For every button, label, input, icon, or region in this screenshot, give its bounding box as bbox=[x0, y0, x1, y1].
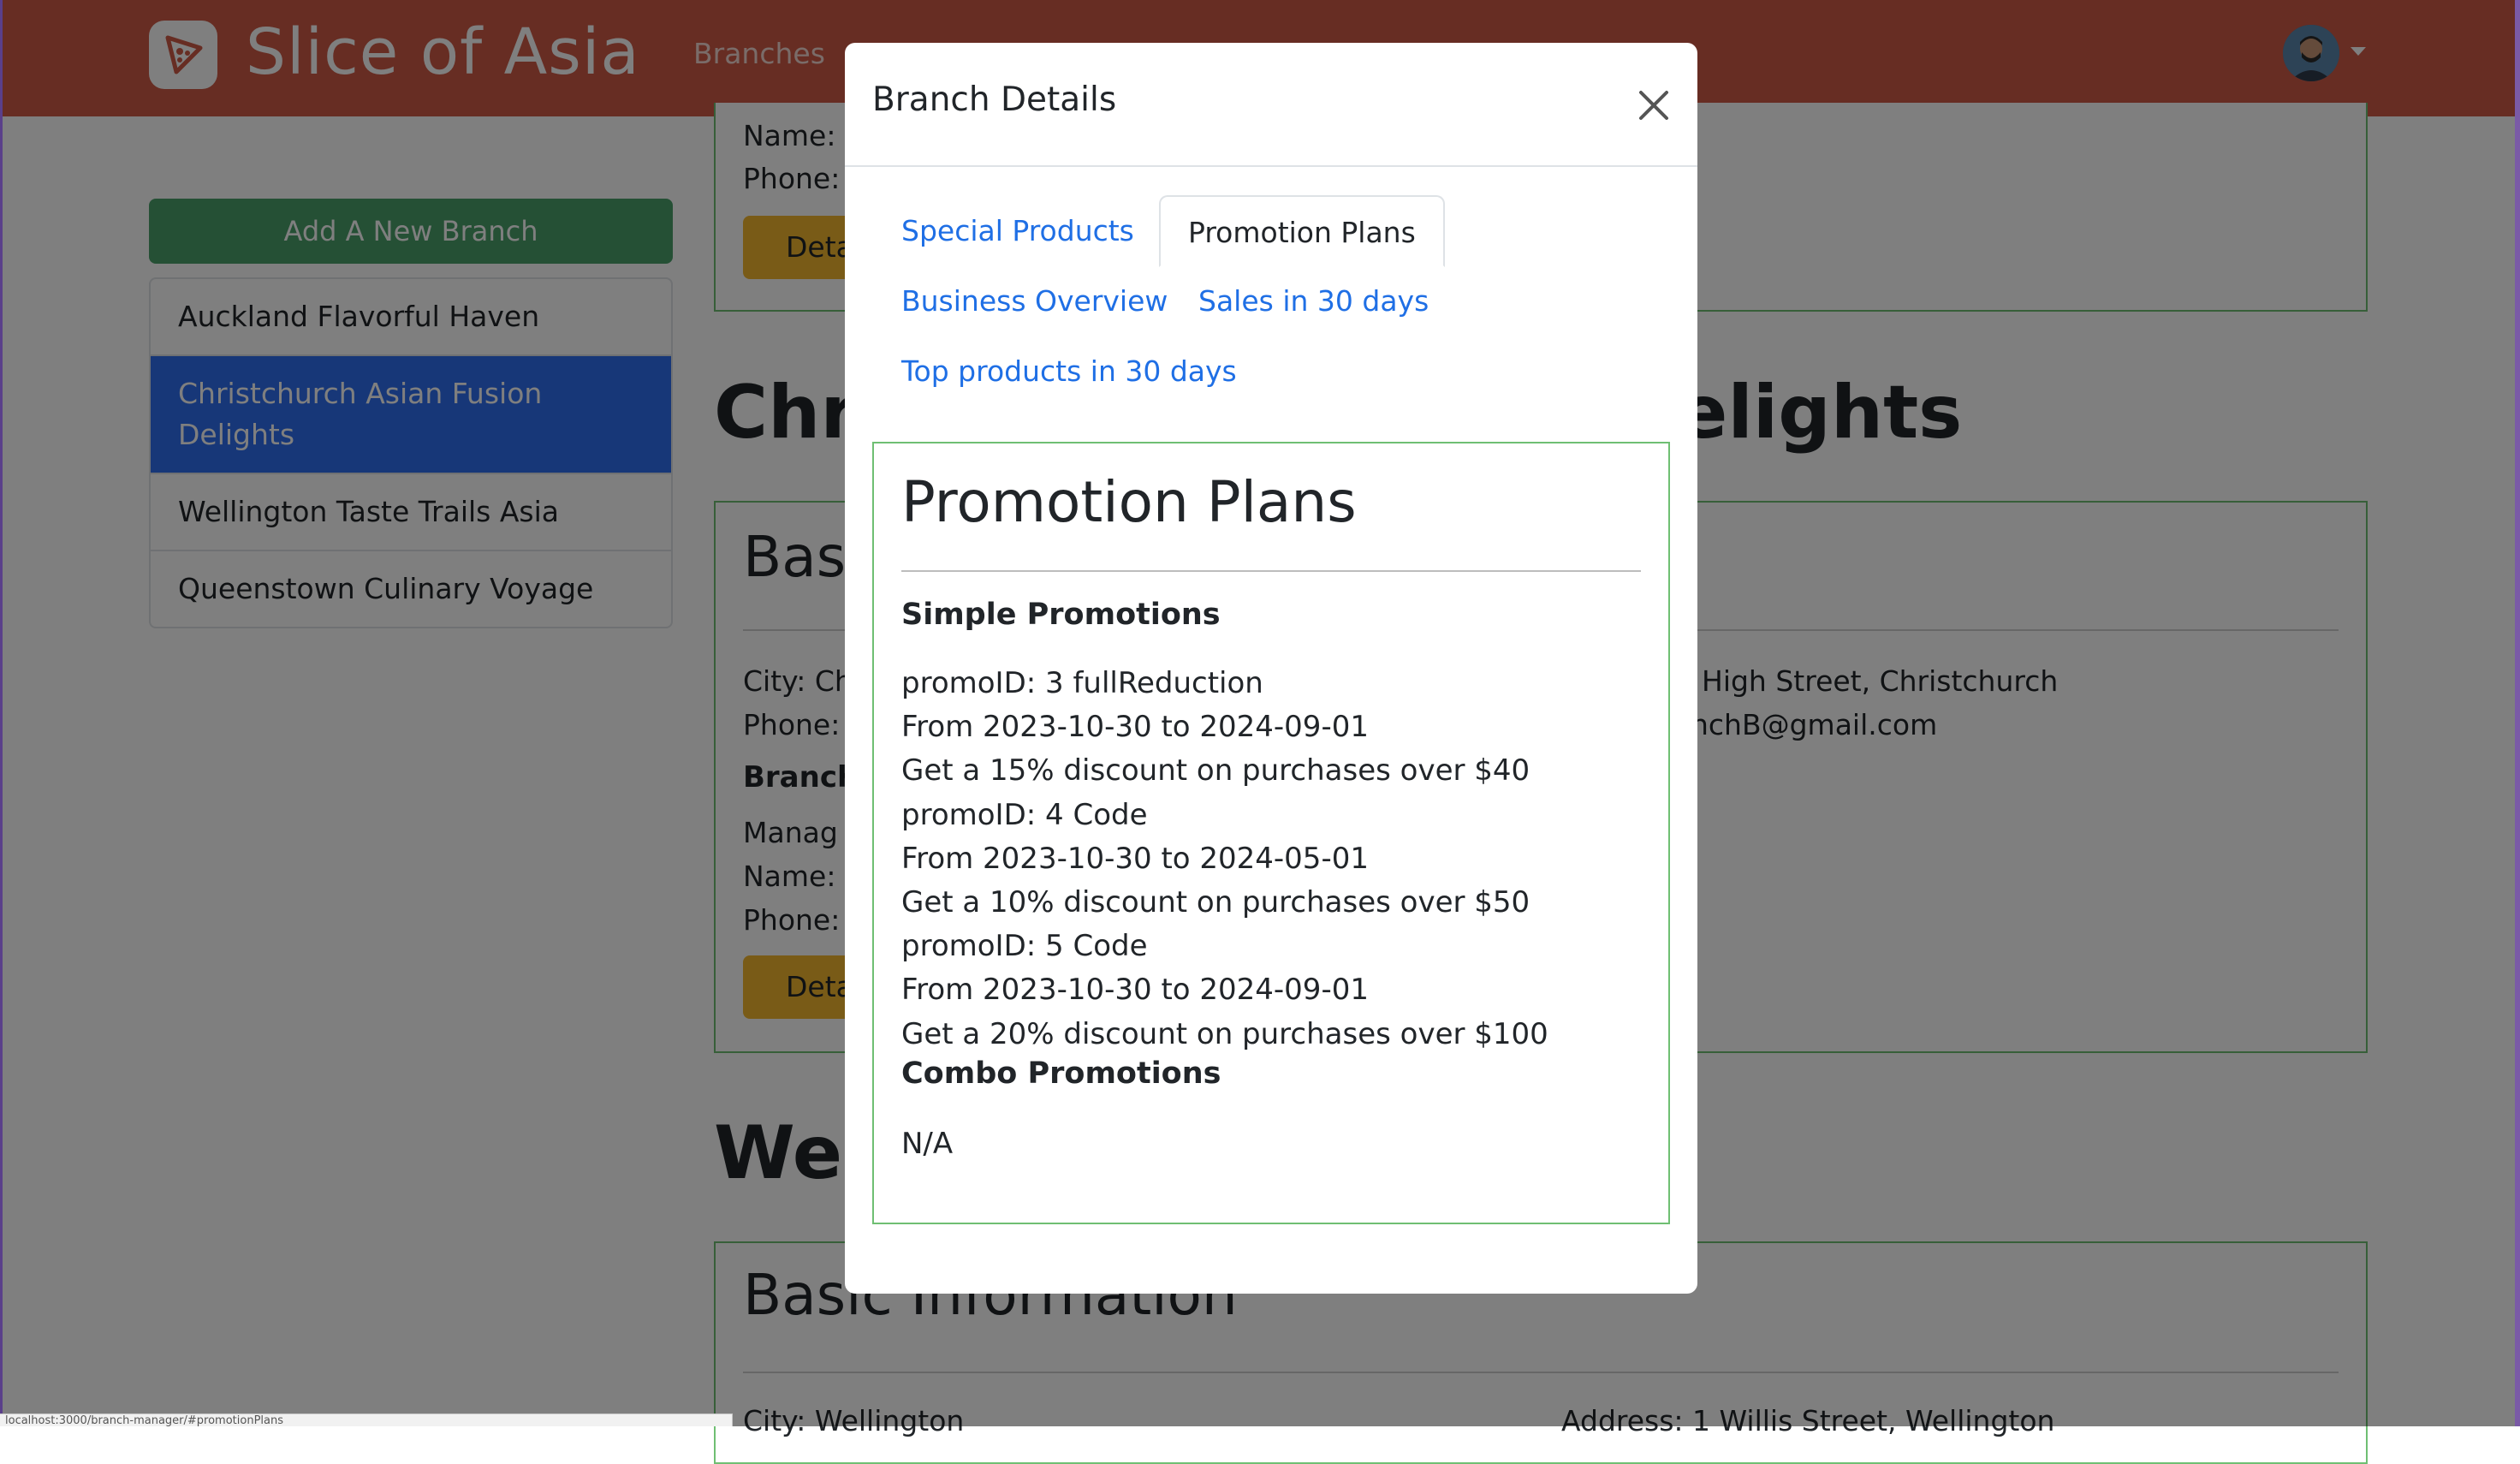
panel-title: Promotion Plans bbox=[901, 469, 1357, 535]
branch-details-modal: Branch Details Special Products Promotio… bbox=[845, 43, 1697, 1294]
promo-line: Get a 10% discount on purchases over $50 bbox=[901, 885, 1530, 919]
promo-line: Get a 15% discount on purchases over $40 bbox=[901, 753, 1530, 788]
promotion-plans-panel: Promotion Plans Simple Promotions promoI… bbox=[872, 442, 1670, 1224]
promo-line: promoID: 3 fullReduction bbox=[901, 666, 1263, 700]
modal-header: Branch Details bbox=[845, 43, 1697, 167]
tab-promotion-plans[interactable]: Promotion Plans bbox=[1159, 195, 1445, 267]
promo-line: From 2023-10-30 to 2024-09-01 bbox=[901, 710, 1369, 744]
window-edge bbox=[2515, 0, 2520, 1426]
simple-promotions-heading: Simple Promotions bbox=[901, 598, 1221, 632]
tab-special-products[interactable]: Special Products bbox=[874, 195, 1162, 267]
promo-line: From 2023-10-30 to 2024-05-01 bbox=[901, 842, 1369, 876]
tab-business-overview[interactable]: Business Overview bbox=[874, 265, 1195, 337]
combo-promotions-heading: Combo Promotions bbox=[901, 1056, 1221, 1091]
promo-line: Get a 20% discount on purchases over $10… bbox=[901, 1017, 1548, 1051]
tab-top-products-30-days[interactable]: Top products in 30 days bbox=[874, 336, 1264, 408]
modal-title: Branch Details bbox=[872, 80, 1117, 119]
tab-sales-30-days[interactable]: Sales in 30 days bbox=[1171, 265, 1456, 337]
close-icon bbox=[1639, 91, 1668, 120]
promo-line: From 2023-10-30 to 2024-09-01 bbox=[901, 973, 1369, 1007]
combo-promotions-value: N/A bbox=[901, 1127, 954, 1161]
promo-line: promoID: 4 Code bbox=[901, 798, 1148, 832]
promo-line: promoID: 5 Code bbox=[901, 929, 1148, 963]
status-url: localhost:3000/branch-manager/#promotion… bbox=[0, 1413, 733, 1426]
divider bbox=[901, 570, 1641, 572]
close-button[interactable] bbox=[1634, 86, 1673, 125]
window-edge bbox=[0, 0, 3, 1426]
